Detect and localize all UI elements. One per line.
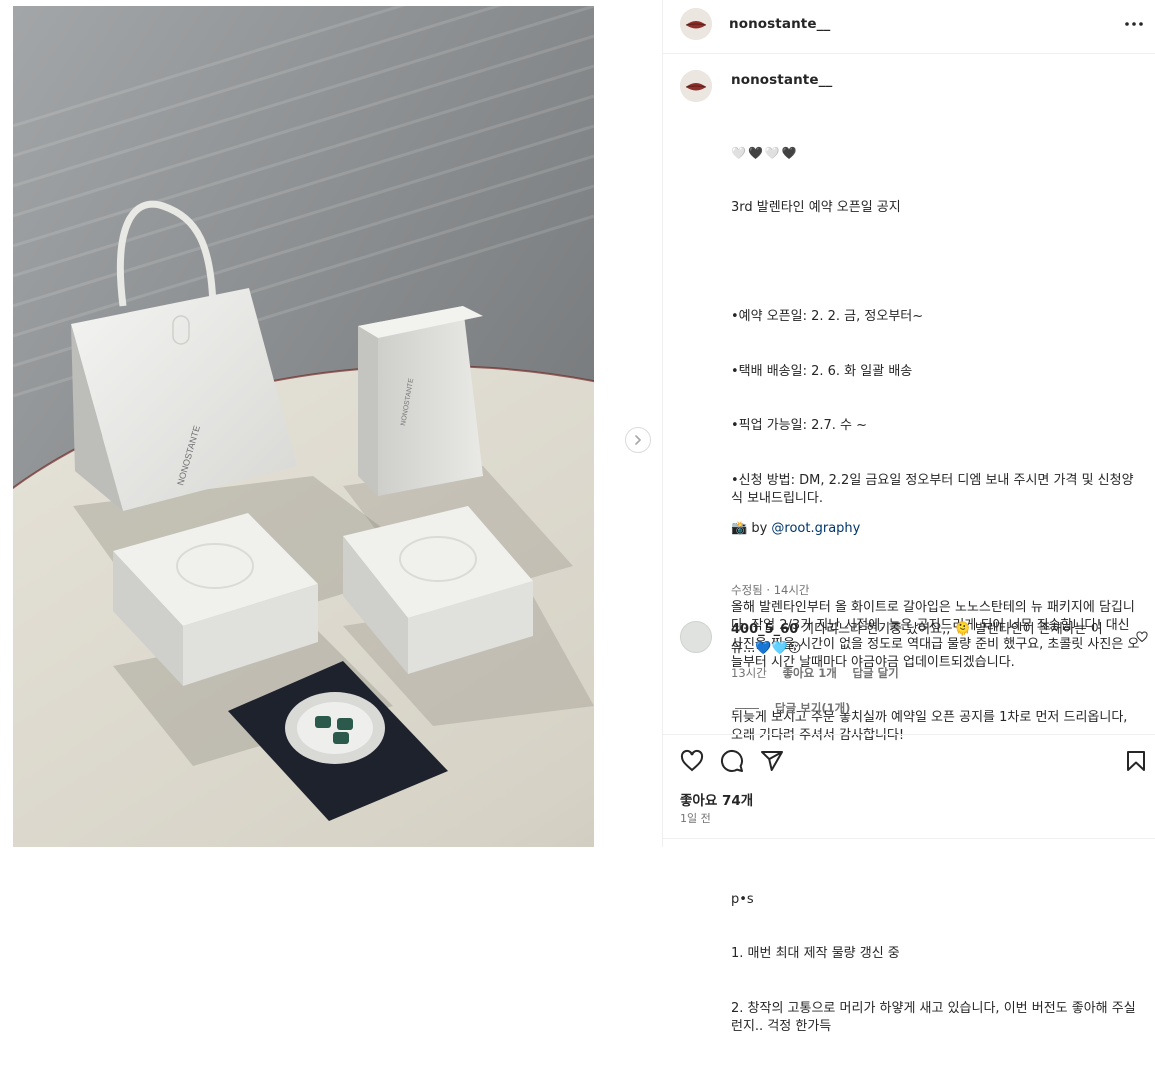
comment-actions: 13시간 좋아요 1개 답글 달기 — [731, 665, 911, 681]
next-image-button[interactable] — [625, 427, 651, 453]
caption-line: •예약 오픈일: 2. 2. 금, 정오부터~ — [731, 309, 924, 325]
bottom-divider — [663, 838, 1155, 839]
credit-prefix: 📸 by — [731, 521, 772, 536]
replies-divider-line — [735, 707, 759, 709]
save-button[interactable] — [1124, 749, 1148, 777]
post-header: nonostante__ — [663, 0, 1155, 54]
comment-button[interactable] — [720, 749, 744, 777]
caption-line: •택배 배송일: 2. 6. 화 일괄 배송 — [731, 363, 913, 379]
chevron-right-icon — [635, 435, 641, 445]
like-count[interactable]: 좋아요 74개 — [680, 789, 753, 809]
caption-line: 1. 매번 최대 제작 물량 갱신 중 — [731, 946, 900, 962]
author-avatar[interactable] — [680, 8, 712, 40]
caption-line: •픽업 가능일: 2.7. 수 ~ — [731, 418, 868, 434]
post-photo[interactable]: NONOSTANTE NONOSTANTE — [13, 6, 594, 847]
commenter-username[interactable]: 400_5_60 — [731, 622, 798, 637]
author-username[interactable]: nonostante__ — [729, 16, 830, 32]
more-horizontal-icon — [1125, 22, 1143, 26]
comment-time: 13시간 — [731, 666, 767, 680]
caption-author-username[interactable]: nonostante__ — [731, 72, 832, 88]
commenter-avatar[interactable] — [680, 621, 712, 653]
comment-likes-count[interactable]: 좋아요 1개 — [782, 666, 836, 680]
comment-icon — [720, 749, 743, 772]
lips-avatar-image — [680, 8, 712, 40]
post-actions-bar — [663, 734, 1155, 786]
caption-line: •신청 방법: DM, 2.2일 금요일 정오부터 디엠 보내 주시면 가격 및… — [731, 472, 1134, 507]
heart-icon — [1136, 631, 1148, 643]
comment-body: 400_5_60 기다리느라 현기증 났어요,, 🫠 발렌타인이 존재하는 이유.… — [731, 621, 1121, 658]
post-timestamp[interactable]: 1일 전 — [680, 810, 711, 826]
lips-avatar-image — [680, 70, 712, 102]
comment-like-button[interactable] — [1136, 628, 1148, 647]
caption-hearts: 🤍🖤🤍🖤 — [731, 146, 799, 161]
heart-icon — [680, 749, 704, 772]
share-button[interactable] — [760, 749, 784, 777]
caption-line: 2. 창작의 고통으로 머리가 하얗게 새고 있습니다, 이번 버전도 좋아해 … — [731, 1000, 1136, 1034]
caption-line — [731, 253, 1141, 271]
view-replies-label: 답글 보기(1개) — [775, 701, 851, 715]
send-icon — [761, 751, 783, 771]
more-options-button[interactable] — [1121, 14, 1147, 34]
credit-mention-link[interactable]: @root.graphy — [771, 521, 860, 536]
post-panel: nonostante__ nonostante__ 🤍🖤🤍🖤 3rd 발렌타인 … — [662, 0, 1155, 1034]
bookmark-icon — [1127, 751, 1145, 771]
photo-credit: 📸 by @root.graphy — [731, 521, 860, 536]
caption-line — [731, 545, 1141, 563]
caption-line: p•s — [731, 891, 754, 907]
caption-author-avatar[interactable] — [680, 70, 712, 102]
reply-button[interactable]: 답글 달기 — [852, 666, 898, 680]
post-media: NONOSTANTE NONOSTANTE — [0, 0, 662, 847]
like-button[interactable] — [680, 749, 704, 777]
view-replies-button[interactable]: 답글 보기(1개) — [735, 700, 850, 716]
product-photo-illustration: NONOSTANTE NONOSTANTE — [13, 6, 594, 847]
caption-edited-time: 수정됨 · 14시간 — [731, 583, 810, 597]
caption-line: 3rd 발렌타인 예약 오픈일 공지 — [731, 199, 901, 215]
